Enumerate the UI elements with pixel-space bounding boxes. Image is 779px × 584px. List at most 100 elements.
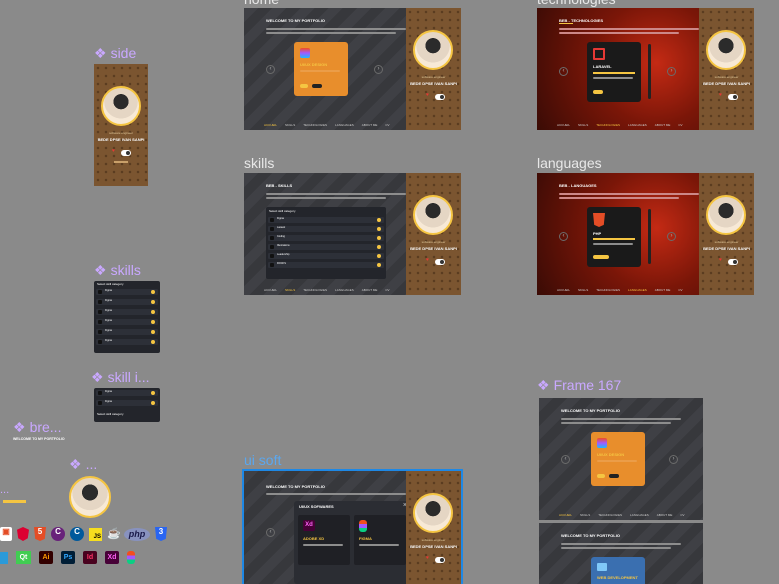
heart-icon[interactable]: ♥: [112, 148, 115, 154]
frame-label-home[interactable]: home: [244, 0, 279, 7]
skill-row[interactable]: Illustrations: [268, 244, 384, 250]
avatar-component[interactable]: [69, 476, 111, 518]
nav-item[interactable]: TECHNOLOGIES: [303, 288, 327, 292]
scrollbar[interactable]: [648, 44, 651, 99]
heart-icon[interactable]: ♥: [426, 257, 429, 263]
software-card[interactable]: FIGMA: [354, 515, 406, 565]
theme-toggle[interactable]: [435, 259, 445, 265]
frame-label-skills[interactable]: skills: [244, 155, 274, 171]
next-arrow-icon[interactable]: ›: [667, 232, 676, 241]
nav-item[interactable]: CV: [678, 288, 682, 292]
heart-icon[interactable]: ♥: [426, 555, 429, 561]
nav-item[interactable]: ABOUT ME: [362, 288, 378, 292]
nav-item[interactable]: LANGUAGES: [628, 123, 647, 127]
skill-row[interactable]: Coding: [268, 235, 384, 241]
component-label-skills[interactable]: ❖ skills: [94, 262, 141, 279]
skill-row[interactable]: Figma: [96, 400, 158, 406]
component-label-breadcrumb[interactable]: ❖ bre...: [13, 419, 61, 436]
html-icon[interactable]: ▣: [0, 527, 12, 541]
frame-label-technologies[interactable]: technologies: [537, 0, 616, 7]
nav-item[interactable]: TECHNOLOGIES: [598, 513, 622, 517]
nav-item[interactable]: ABOUT ME: [657, 513, 673, 517]
scrollbar[interactable]: [648, 209, 651, 264]
expand-icon[interactable]: [151, 330, 155, 334]
nav-item[interactable]: SKILLS: [580, 513, 590, 517]
frame-languages[interactable]: BEB - LANGUAGES ‹ › PHP software enginee…: [537, 173, 754, 295]
expand-icon[interactable]: [377, 245, 381, 249]
skill-row[interactable]: Figma: [96, 309, 158, 315]
illustrator-icon[interactable]: Ai: [39, 551, 53, 564]
nav-item[interactable]: ACCUEIL: [264, 123, 277, 127]
css3-icon[interactable]: 3: [155, 527, 167, 541]
cpp-icon[interactable]: C: [70, 527, 84, 541]
nav-item[interactable]: LANGUAGES: [628, 288, 647, 292]
html5-icon[interactable]: 5: [34, 527, 46, 541]
qt-icon[interactable]: Qt: [16, 551, 31, 564]
nav-item[interactable]: LANGUAGES: [630, 513, 649, 517]
nav-item[interactable]: ACCUEIL: [557, 288, 570, 292]
expand-icon[interactable]: [377, 218, 381, 222]
skill-item-component[interactable]: Figma Figma Select skill category: [94, 388, 160, 422]
nav-item[interactable]: TECHNOLOGIES: [596, 288, 620, 292]
next-arrow-icon[interactable]: ›: [374, 65, 383, 74]
nav-item[interactable]: ACCUEIL: [264, 288, 277, 292]
terminal-icon[interactable]: [0, 551, 8, 564]
skill-row[interactable]: Figma: [96, 289, 158, 295]
frame-ui-soft[interactable]: WELCOME TO MY PORTFOLIO ‹ UI/UX SOFWARES…: [242, 469, 463, 584]
angular-icon[interactable]: [17, 527, 29, 541]
nav-item[interactable]: SKILLS: [285, 123, 295, 127]
csharp-icon[interactable]: C: [51, 527, 65, 541]
indesign-icon[interactable]: Id: [83, 551, 97, 564]
prev-arrow-icon[interactable]: ‹: [266, 528, 275, 537]
skill-row[interactable]: Figma: [96, 339, 158, 345]
theme-toggle[interactable]: [435, 557, 445, 563]
nav-item[interactable]: CV: [680, 513, 684, 517]
card-button[interactable]: [300, 84, 308, 88]
component-label-skill-item[interactable]: ❖ skill i...: [91, 369, 150, 386]
nav-item[interactable]: SKILLS: [285, 288, 295, 292]
frame-167[interactable]: WELCOME TO MY PORTFOLIO ‹ › UI/UX DESIGN…: [539, 398, 703, 584]
php-icon[interactable]: php: [124, 527, 150, 541]
frame-technologies[interactable]: BEB - TECHNOLOGIES ‹ › LARAVEL software …: [537, 8, 754, 130]
web-card[interactable]: WEB DEVELOPMENT: [591, 557, 645, 584]
expand-icon[interactable]: [151, 401, 155, 405]
skill-row[interactable]: Figma: [96, 329, 158, 335]
card-button[interactable]: [593, 90, 603, 94]
figma-icon[interactable]: [127, 551, 135, 564]
expand-icon[interactable]: [377, 227, 381, 231]
nav-item[interactable]: ABOUT ME: [362, 123, 378, 127]
component-label-frame167[interactable]: ❖ Frame 167: [537, 377, 621, 394]
skill-row[interactable]: Laravel: [268, 226, 384, 232]
prev-arrow-icon[interactable]: ‹: [561, 455, 570, 464]
skill-row[interactable]: Figma: [268, 217, 384, 223]
expand-icon[interactable]: [151, 340, 155, 344]
frame-label-ui-soft[interactable]: ui soft: [244, 452, 281, 468]
theme-toggle[interactable]: [728, 259, 738, 265]
nav-item[interactable]: SKILLS: [578, 288, 588, 292]
language-card[interactable]: PHP: [587, 207, 641, 267]
skill-row[interactable]: Leadership: [268, 253, 384, 259]
skill-row[interactable]: Figma: [96, 299, 158, 305]
expand-icon[interactable]: [151, 320, 155, 324]
nav-item[interactable]: TECHNOLOGIES: [303, 123, 327, 127]
adobe-xd-icon[interactable]: Xd: [105, 551, 119, 564]
expand-icon[interactable]: [151, 310, 155, 314]
component-label-avatar[interactable]: ❖...: [69, 456, 97, 473]
theme-toggle[interactable]: [435, 94, 445, 100]
nav-item[interactable]: LANGUAGES: [335, 288, 354, 292]
card-button[interactable]: [593, 255, 609, 259]
card-button-secondary[interactable]: [609, 474, 619, 478]
theme-toggle[interactable]: [728, 94, 738, 100]
component-label-side[interactable]: ❖ side: [94, 45, 136, 62]
nav-item[interactable]: CV: [385, 123, 389, 127]
component-label-left-dash[interactable]: ...: [0, 484, 9, 496]
expand-icon[interactable]: [151, 300, 155, 304]
nav-item[interactable]: LANGUAGES: [335, 123, 354, 127]
tech-card[interactable]: LARAVEL: [587, 42, 641, 102]
nav-item[interactable]: TECHNOLOGIES: [596, 123, 620, 127]
nav-item[interactable]: ABOUT ME: [655, 288, 671, 292]
prev-arrow-icon[interactable]: ‹: [559, 67, 568, 76]
side-component[interactable]: software engineer BEDE DPSE IVAN SANPI ♥: [94, 64, 148, 186]
skill-card[interactable]: UI/UX DESIGN: [294, 42, 348, 96]
software-card[interactable]: Xd ADOBE XD: [298, 515, 350, 565]
